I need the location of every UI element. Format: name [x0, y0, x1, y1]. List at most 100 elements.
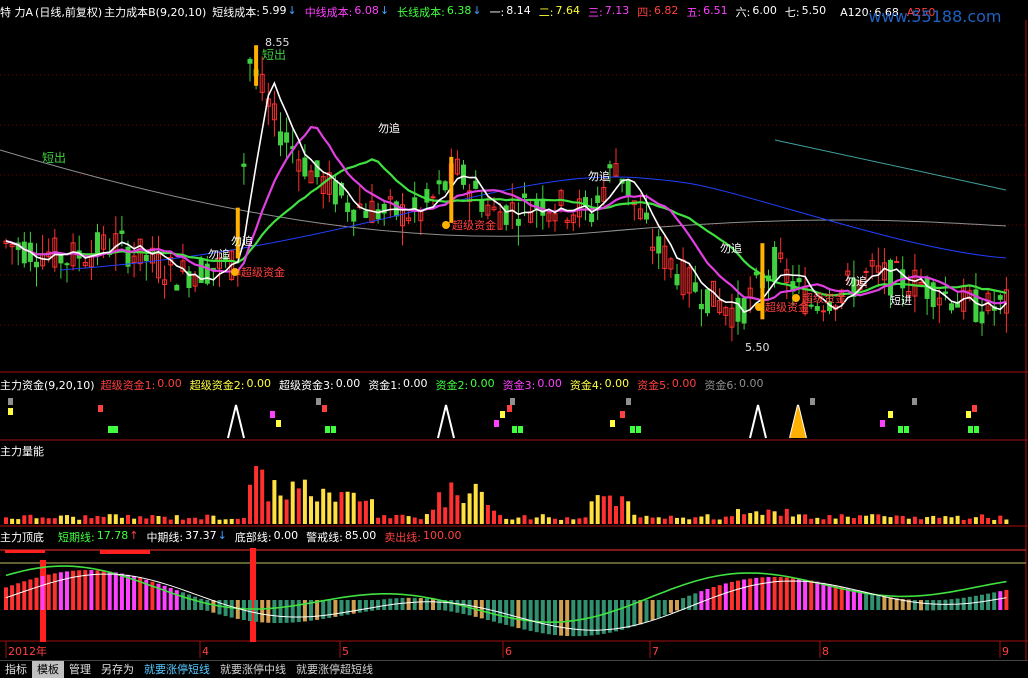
oscillator-bar [760, 577, 765, 610]
volume-bar [77, 519, 82, 524]
tab-4[interactable]: 另存为 [96, 661, 139, 678]
volume-bar [583, 517, 588, 524]
volume-bar [376, 517, 381, 524]
volume-bar [467, 493, 472, 524]
fund-square [98, 405, 103, 412]
volume-bar [193, 517, 198, 524]
volume-bar [449, 482, 454, 524]
volume-bar [223, 519, 228, 524]
candle-body [772, 246, 778, 282]
money-bag-icon [755, 303, 763, 311]
oscillator-bar [431, 598, 435, 610]
oscillator-bar [174, 590, 179, 610]
volume-bar [565, 517, 570, 524]
candle-body [473, 180, 479, 189]
candle-body [241, 163, 247, 167]
candle-body [412, 197, 418, 209]
volume-bar [711, 519, 716, 524]
volume-bar [845, 516, 850, 524]
signal-bar [254, 45, 259, 86]
oscillator-bar [418, 598, 423, 610]
tab-6[interactable]: 就要涨停中线 [215, 661, 291, 678]
volume-bar [144, 518, 149, 524]
oscillator-bar [803, 579, 808, 610]
candle-body [461, 164, 466, 185]
volume-bar [101, 516, 106, 524]
dont-chase-label: 勿追 [378, 121, 400, 135]
volume-bar [394, 514, 399, 524]
volume-bar [553, 518, 557, 524]
candle-body [698, 303, 704, 310]
oscillator-bar [424, 598, 429, 610]
ma120-line [774, 139, 1007, 191]
fund-square [610, 420, 615, 427]
volume-bar [162, 516, 167, 524]
stock-chart[interactable]: www.55188.com8.555.50短出短出勿追勿追勿追勿追勿追勿追超级资… [0, 0, 1028, 660]
money-bag-icon [442, 221, 450, 229]
oscillator-bar [638, 600, 643, 625]
volume-bar [418, 519, 423, 524]
volume-bar [479, 491, 484, 524]
fund-square [966, 411, 971, 418]
oscillator-bar [180, 592, 185, 610]
oscillator-bar [790, 577, 795, 610]
volume-bar [327, 492, 332, 524]
candle-body [442, 181, 448, 191]
candle-body [247, 58, 253, 64]
volume-bar [748, 513, 753, 524]
volume-bar [46, 518, 51, 524]
oscillator-bar [504, 600, 509, 625]
volume-bar [28, 514, 33, 524]
fund-square [968, 426, 973, 433]
volume-bar [736, 509, 740, 524]
volume-bar [382, 515, 387, 524]
volume-bar [998, 515, 1003, 524]
fund-square [904, 426, 909, 433]
oscillator-bar [912, 600, 917, 611]
volume-bar [851, 518, 856, 524]
tab-3[interactable]: 管理 [64, 661, 96, 678]
oscillator-bar [882, 596, 887, 610]
oscillator-bar [815, 581, 820, 610]
candle-body [888, 259, 893, 296]
volume-bar [821, 519, 826, 524]
oscillator-bar [571, 600, 576, 637]
volume-bar [40, 517, 45, 524]
volume-bar [888, 517, 893, 524]
oscillator-bar [4, 587, 8, 610]
oscillator-bar [998, 591, 1003, 610]
volume-bar [205, 514, 210, 524]
dont-chase-label: 勿追 [208, 247, 230, 261]
volume-bar [10, 518, 15, 524]
bottom-signal-bar [250, 548, 256, 642]
oscillator-bar [992, 592, 997, 610]
volume-bar [254, 466, 259, 524]
volume-bar [522, 515, 527, 524]
volume-bar [138, 516, 143, 524]
tab-1[interactable]: 指标 [0, 661, 32, 678]
fund-square [494, 420, 499, 427]
oscillator-bar [894, 598, 899, 610]
signal-bar [235, 207, 240, 259]
oscillator-bar [199, 598, 204, 610]
tab-5[interactable]: 就要涨停短线 [139, 661, 215, 678]
tab-2[interactable]: 模板 [32, 660, 64, 678]
candle-body [735, 297, 741, 322]
oscillator-bar [650, 600, 655, 620]
tab-7[interactable]: 就要涨停超短线 [291, 661, 378, 678]
volume-bar [455, 495, 460, 524]
volume-bar [589, 501, 594, 524]
volume-bar [71, 516, 76, 524]
volume-bar [644, 515, 649, 524]
oscillator-bar [52, 573, 57, 610]
sell-zone-marker [5, 550, 45, 553]
oscillator-bar [729, 581, 734, 610]
oscillator-bar [620, 600, 625, 630]
volume-bar [504, 518, 509, 524]
oscillator-bar [119, 573, 124, 610]
volume-bar [546, 517, 551, 524]
oscillator-bar [260, 600, 265, 623]
volume-bar [119, 517, 124, 524]
volume-bar [693, 517, 698, 524]
volume-bar [180, 519, 185, 524]
